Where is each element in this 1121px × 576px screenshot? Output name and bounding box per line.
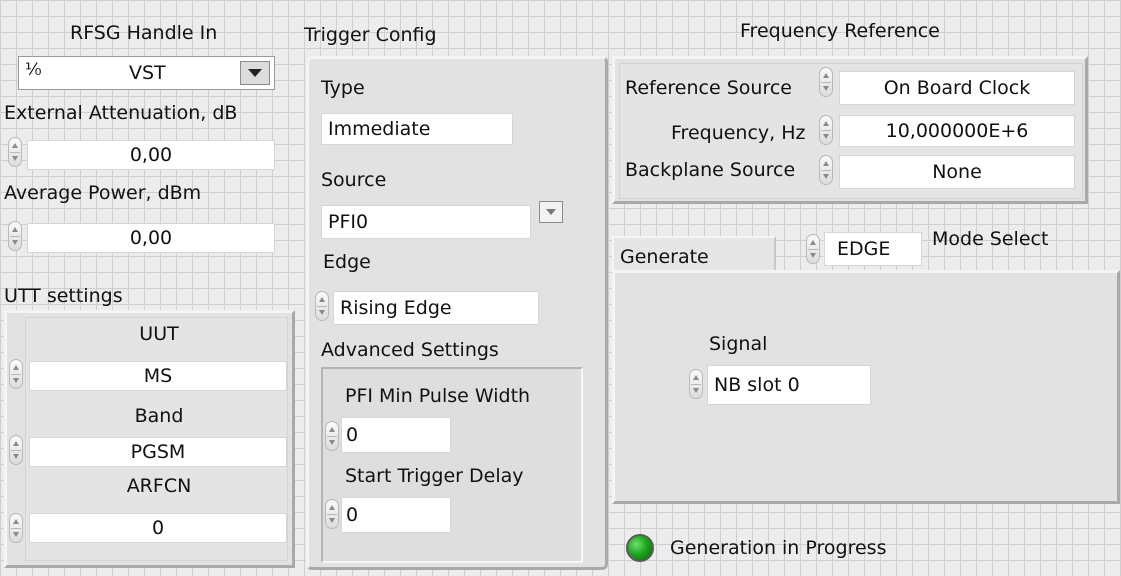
advanced-settings-label: Advanced Settings	[321, 339, 499, 361]
arfcn-spinner[interactable]	[9, 513, 23, 543]
generation-led-icon	[626, 534, 654, 562]
trigger-type-indicator: Immediate	[321, 113, 513, 145]
rfsg-handle-control[interactable]: ⅟₀ VST	[18, 56, 275, 90]
mode-select-spinner[interactable]	[806, 234, 820, 264]
start-trigger-delay-field[interactable]: 0	[341, 497, 451, 533]
backplane-source-label: Backplane Source	[625, 159, 796, 181]
trigger-source-label: Source	[321, 169, 387, 191]
backplane-source-field[interactable]: None	[839, 155, 1075, 189]
backplane-source-spinner[interactable]	[819, 155, 833, 185]
external-attenuation-field[interactable]: 0,00	[27, 140, 275, 170]
dropdown-arrow-icon	[248, 69, 262, 77]
frequency-field[interactable]: 10,000000E+6	[839, 115, 1075, 147]
uut-label: UUT	[31, 319, 287, 349]
trigger-edge-spinner[interactable]	[315, 291, 329, 321]
average-power-label: Average Power, dBm	[4, 182, 202, 204]
trigger-source-dropdown-button[interactable]	[539, 201, 563, 223]
external-attenuation-spinner[interactable]	[8, 137, 22, 167]
reference-source-label: Reference Source	[625, 77, 792, 99]
average-power-spinner[interactable]	[8, 221, 22, 251]
band-spinner[interactable]	[9, 435, 23, 465]
trigger-edge-field[interactable]: Rising Edge	[333, 291, 539, 325]
mode-select-field[interactable]: EDGE	[824, 232, 922, 266]
band-field[interactable]: PGSM	[29, 437, 287, 467]
advanced-settings-cluster: PFI Min Pulse Width 0 Start Trigger Dela…	[321, 367, 583, 563]
uut-spinner[interactable]	[9, 359, 23, 389]
start-trigger-delay-label: Start Trigger Delay	[345, 465, 524, 487]
trigger-config-title: Trigger Config	[304, 24, 437, 46]
trigger-edge-label: Edge	[323, 251, 371, 273]
rfsg-dropdown-button[interactable]	[240, 61, 270, 85]
rfsg-handle-value: VST	[129, 62, 166, 84]
dropdown-arrow-icon	[546, 209, 556, 215]
trigger-config-cluster: Type Immediate Source PFI0 Edge Rising E…	[306, 56, 608, 570]
rfsg-handle-title: RFSG Handle In	[70, 22, 218, 44]
utt-settings-cluster: UUT MS Band PGSM ARFCN 0	[4, 310, 295, 568]
tab-generate[interactable]: Generate	[612, 236, 776, 272]
generation-in-progress-label: Generation in Progress	[670, 537, 887, 559]
signal-label: Signal	[709, 333, 768, 355]
frequency-reference-cluster: Reference Source On Board Clock Frequenc…	[612, 56, 1088, 204]
frequency-spinner[interactable]	[819, 115, 833, 145]
external-attenuation-label: External Attenuation, dB	[4, 102, 238, 124]
generate-tab-page: Signal NB slot 0	[612, 270, 1120, 504]
frequency-reference-title: Frequency Reference	[740, 20, 940, 42]
signal-field[interactable]: NB slot 0	[707, 365, 871, 405]
utt-settings-title: UTT settings	[4, 285, 123, 307]
average-power-field[interactable]: 0,00	[27, 223, 275, 253]
reference-source-field[interactable]: On Board Clock	[839, 71, 1075, 105]
front-panel: { "rfsg": { "title": "RFSG Handle In", "…	[0, 0, 1121, 576]
pfi-min-pulse-width-label: PFI Min Pulse Width	[345, 385, 531, 407]
pfi-min-pulse-width-field[interactable]: 0	[341, 417, 451, 453]
band-label: Band	[31, 401, 287, 431]
reference-source-spinner[interactable]	[819, 67, 833, 97]
io-handle-icon: ⅟₀	[25, 60, 42, 80]
arfcn-label: ARFCN	[31, 471, 287, 501]
trigger-type-label: Type	[321, 77, 365, 99]
arfcn-field[interactable]: 0	[29, 513, 287, 543]
uut-field[interactable]: MS	[29, 361, 287, 391]
frequency-hz-label: Frequency, Hz	[671, 122, 806, 144]
mode-select-label: Mode Select	[932, 228, 1049, 250]
pfi-min-pulse-width-spinner[interactable]	[325, 421, 339, 451]
trigger-source-field[interactable]: PFI0	[321, 205, 531, 239]
start-trigger-delay-spinner[interactable]	[325, 499, 339, 529]
signal-spinner[interactable]	[689, 369, 703, 399]
